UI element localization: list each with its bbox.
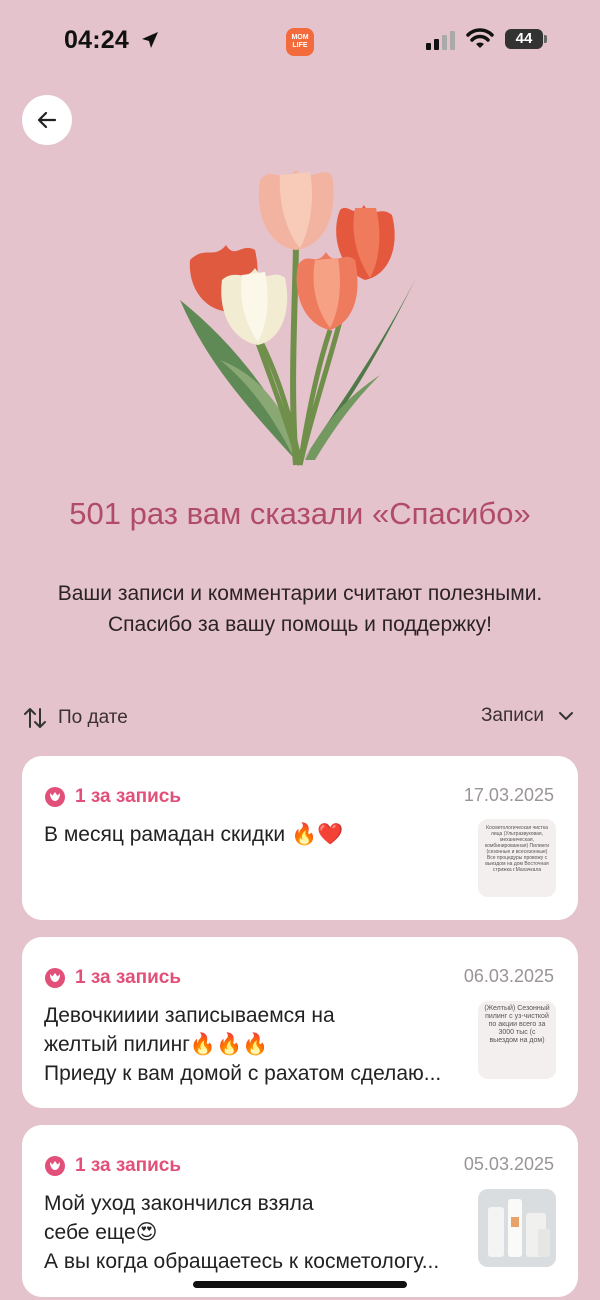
status-bar: 04:24 MOM LIFE 44 [0, 0, 600, 80]
filter-label: Записи [480, 705, 544, 726]
badge-text: 1 за запись [75, 1155, 182, 1176]
wifi-icon [466, 28, 494, 48]
badge-text: 1 за запись [75, 967, 182, 988]
thanks-badge: 1 за запись [44, 967, 181, 989]
post-text-line: В месяц рамадан скидки 🔥❤️ [44, 823, 344, 846]
app-badge-line1: MOM [291, 34, 309, 41]
filter-dropdown[interactable]: Записи [481, 705, 574, 727]
status-time: 04:24 [64, 26, 129, 54]
post-text: В месяц рамадан скидки 🔥❤️ [44, 820, 464, 849]
post-card[interactable]: 1 за запись 05.03.2025 Мой уход закончил… [22, 1125, 578, 1297]
post-text-line: себе еще😍 [44, 1221, 158, 1244]
thumbnail-text: Косметологическая чистка лица (Ультразву… [484, 825, 550, 873]
back-arrow-icon [37, 111, 57, 129]
tulip-icon [45, 968, 65, 988]
post-text: Мой уход закончился взяла себе еще😍 А вы… [44, 1189, 464, 1276]
sort-label: По дате [58, 707, 128, 728]
post-text-line: Приеду к вам домой с рахатом сделаю... [44, 1062, 442, 1085]
subtitle-line-2: Спасибо за вашу помощь и поддержку! [108, 613, 492, 636]
post-thumbnail [478, 1189, 556, 1267]
post-text-line: желтый пилинг🔥🔥🔥 [44, 1033, 269, 1056]
back-button[interactable] [22, 95, 72, 145]
signal-icon [426, 31, 455, 50]
badge-text: 1 за запись [75, 786, 182, 807]
post-thumbnail: (Желтый) Сезонный пилинг с уз-чисткой по… [478, 1001, 556, 1079]
post-text-line: Мой уход закончился взяла [44, 1192, 314, 1215]
thanks-badge: 1 за запись [44, 786, 181, 808]
app-badge-line2: LIFE [292, 42, 308, 49]
post-date: 05.03.2025 [463, 1154, 554, 1174]
subtitle-line-1: Ваши записи и комментарии считают полезн… [57, 582, 543, 605]
battery-cap [544, 35, 547, 43]
location-arrow-icon [142, 32, 158, 48]
post-date: 17.03.2025 [463, 785, 554, 805]
chevron-down-icon [559, 712, 573, 720]
page-subtitle: Ваши записи и комментарии считают полезн… [0, 578, 600, 640]
tulip-icon [45, 787, 65, 807]
sort-arrows-icon [24, 708, 46, 728]
tulip-bouquet-illustration [180, 170, 420, 466]
post-card[interactable]: 1 за запись 06.03.2025 Девочкииии записы… [22, 937, 578, 1108]
thumbnail-text: (Желтый) Сезонный пилинг с уз-чисткой по… [484, 1005, 550, 1044]
post-text: Девочкииии записываемся на желтый пилинг… [44, 1001, 464, 1088]
skincare-products-image [478, 1189, 556, 1267]
battery-indicator: 44 [505, 29, 543, 49]
sort-by-date-button[interactable]: По дате [22, 705, 128, 731]
tulip-icon [45, 1156, 65, 1176]
post-date: 06.03.2025 [463, 966, 554, 986]
sort-row: По дате Записи [22, 705, 578, 737]
thanks-badge: 1 за запись [44, 1155, 181, 1177]
post-text-line: Девочкииии записываемся на [44, 1004, 335, 1027]
app-badge: MOM LIFE [286, 28, 314, 56]
post-thumbnail: Косметологическая чистка лица (Ультразву… [478, 819, 556, 897]
home-indicator [193, 1281, 407, 1288]
post-card[interactable]: 1 за запись 17.03.2025 В месяц рамадан с… [22, 756, 578, 920]
post-text-line: А вы когда обращаетесь к косметологу... [44, 1250, 440, 1273]
page-title: 501 раз вам сказали «Спасибо» [69, 496, 531, 531]
